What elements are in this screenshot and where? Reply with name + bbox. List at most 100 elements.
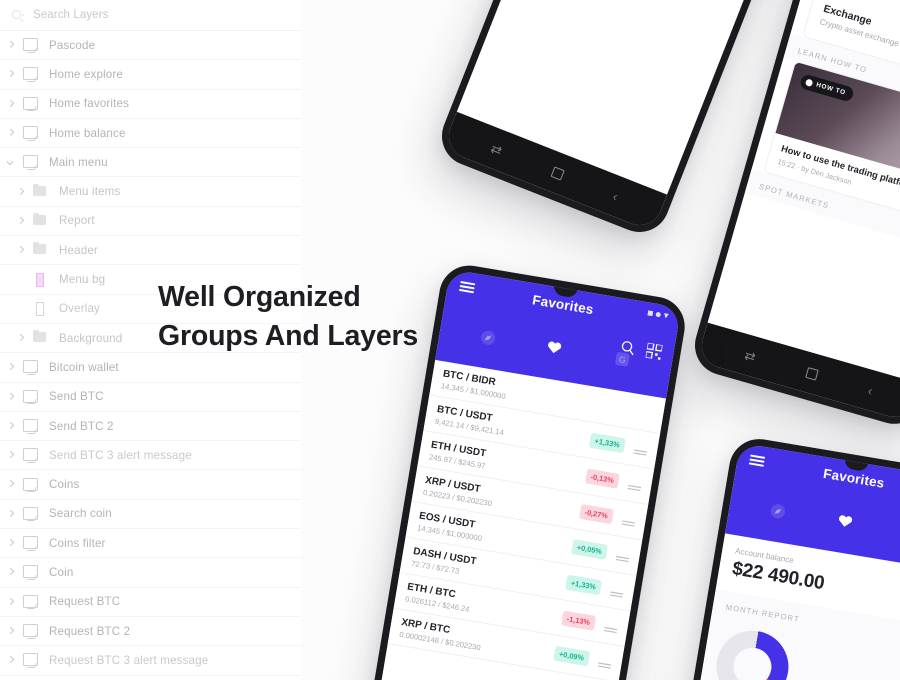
pair-change-badge: +1,33%	[588, 432, 626, 454]
exchange-bitcoin-icon: B	[895, 0, 900, 20]
artboard-icon	[22, 359, 40, 375]
chevron-down-icon[interactable]	[6, 158, 15, 167]
sparkline-icon	[621, 514, 636, 527]
artboard-icon	[22, 66, 40, 82]
pair-right: -0,13%	[584, 468, 642, 492]
layer-name: Main menu	[49, 155, 108, 169]
pair-info: BTC / BIDR 14,345 / $1.000000	[440, 368, 508, 401]
chevron-right-icon[interactable]	[6, 392, 15, 401]
layer-row[interactable]: Pascode	[0, 31, 302, 61]
layer-row[interactable]: Request BTC	[0, 588, 302, 617]
chevron-right-icon[interactable]	[6, 70, 15, 79]
layer-row[interactable]: Report	[0, 207, 302, 237]
rect-pink-icon	[32, 272, 50, 288]
layer-row[interactable]: Coins	[0, 470, 302, 500]
back-icon[interactable]: ‹	[866, 382, 874, 398]
chevron-right-icon[interactable]	[6, 656, 15, 665]
chevron-right-icon[interactable]	[6, 99, 15, 108]
chevron-right-icon[interactable]	[6, 422, 15, 431]
pair-change-badge: +1,33%	[564, 574, 603, 596]
tab-wallet-icon[interactable]: G	[614, 350, 634, 370]
artboard-icon	[22, 564, 40, 580]
layer-name: Menu bg	[59, 273, 106, 287]
pair-change-badge: +0,09%	[552, 645, 591, 667]
search-layers-row[interactable]: Search Layers	[0, 0, 302, 31]
layer-row[interactable]: Send BTC	[0, 383, 302, 412]
menu-icon[interactable]	[458, 281, 476, 294]
chevron-right-icon[interactable]	[6, 539, 15, 548]
chevron-right-icon[interactable]	[6, 627, 15, 636]
artboard-icon	[22, 447, 40, 463]
back-icon[interactable]: ‹	[611, 188, 621, 204]
layer-row[interactable]: Coin	[0, 558, 302, 588]
artboard-icon	[22, 154, 40, 170]
search-input[interactable]: Search Layers	[33, 9, 108, 21]
pair-right: -1,13%	[560, 610, 619, 634]
chevron-right-icon[interactable]	[16, 246, 25, 255]
tab-explore-icon[interactable]	[478, 328, 498, 348]
layer-row[interactable]: Header	[0, 236, 302, 266]
layer-row[interactable]: Request BTC 2	[0, 617, 302, 647]
rect-icon	[32, 301, 50, 317]
layer-row[interactable]: Send BTC 3 alert message	[0, 441, 302, 471]
layer-row[interactable]: Request BTC 3 alert message	[0, 646, 302, 676]
layer-name: Request BTC 2	[49, 624, 131, 638]
chevron-right-icon[interactable]	[6, 597, 15, 606]
phone-mockup-balance: Favorites G	[656, 434, 900, 680]
badge-knob-icon	[804, 78, 814, 87]
chevron-right-icon[interactable]	[6, 509, 15, 518]
pair-info: XRP / USDT 0.20223 / $0.202230	[423, 474, 495, 507]
artboard-icon	[22, 623, 40, 639]
folder-icon	[32, 183, 50, 200]
home-icon[interactable]	[805, 366, 819, 381]
layer-row[interactable]: Coins filter	[0, 529, 302, 559]
layer-name: Coins	[49, 478, 80, 492]
tab-favorites-icon[interactable]	[546, 339, 566, 359]
home-icon[interactable]	[550, 165, 565, 181]
chevron-right-icon[interactable]	[6, 41, 15, 50]
layer-row[interactable]: Send BTC 2	[0, 412, 302, 442]
artboard-icon	[22, 418, 40, 434]
chevron-right-icon[interactable]	[16, 334, 25, 343]
layer-row[interactable]: Home favorites	[0, 90, 302, 119]
sparkline-icon	[597, 656, 612, 669]
chevron-right-icon[interactable]	[6, 451, 15, 460]
menu-icon[interactable]	[748, 454, 766, 468]
layer-name: Request BTC	[49, 595, 121, 609]
folder-icon	[32, 330, 50, 346]
layer-row[interactable]: BTC Address	[0, 676, 302, 680]
tab-explore-icon[interactable]	[768, 501, 788, 521]
layer-row[interactable]: Menu items	[0, 177, 302, 207]
layer-row[interactable]: Home explore	[0, 60, 302, 90]
folder-icon	[32, 212, 50, 229]
layer-row[interactable]: Home balance	[0, 119, 302, 149]
recents-icon[interactable]: ⇄	[489, 140, 505, 158]
layer-name: Search coin	[49, 507, 112, 521]
chevron-right-icon[interactable]	[6, 568, 15, 577]
layer-name: Coin	[49, 565, 74, 579]
layer-row[interactable]: Search coin	[0, 500, 302, 530]
layer-name: Request BTC 3 alert message	[49, 653, 209, 667]
pair-info: ETH / USDT 245.97 / $245.97	[428, 439, 488, 470]
android-navigation-bar: ⇄ ‹	[696, 322, 900, 423]
chevron-right-icon[interactable]	[6, 480, 15, 489]
chevron-right-icon[interactable]	[6, 129, 15, 138]
recents-icon[interactable]: ⇄	[743, 347, 758, 364]
chevron-right-icon[interactable]	[16, 187, 25, 196]
layer-name: Header	[59, 243, 98, 257]
phone-screen-balance: Favorites G	[664, 442, 900, 680]
tab-favorites-icon[interactable]	[837, 513, 857, 533]
pair-change-badge: -0,27%	[578, 503, 614, 525]
layer-name: Bitcoin wallet	[49, 360, 119, 374]
layer-name: Overlay	[59, 302, 100, 316]
status-icons	[647, 310, 669, 318]
pair-right: +1,33%	[564, 574, 625, 599]
pair-right: -0,27%	[578, 503, 637, 528]
chevron-right-icon[interactable]	[16, 216, 25, 225]
layer-row[interactable]: Main menu	[0, 148, 302, 178]
chevron-right-icon[interactable]	[6, 363, 15, 372]
layer-row[interactable]: Bitcoin wallet	[0, 353, 302, 383]
sparkline-icon	[609, 585, 624, 598]
